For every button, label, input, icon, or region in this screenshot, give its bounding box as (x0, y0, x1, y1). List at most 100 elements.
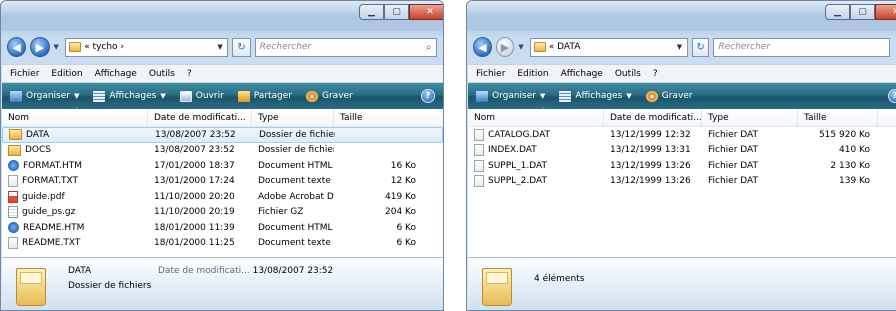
file-name-cell[interactable]: FORMAT.HTM (2, 160, 148, 172)
file-name[interactable]: SUPPL_2.DAT (488, 176, 547, 186)
file-row[interactable]: FORMAT.HTM 17/01/2000 18:37 Document HTML 1… (2, 158, 443, 174)
file-name[interactable]: guide.pdf (22, 192, 65, 202)
search-box[interactable]: Rechercher (713, 37, 890, 57)
organiser-button[interactable]: Organiser ▼ (476, 90, 546, 102)
file-name-cell[interactable]: DATA (3, 129, 149, 141)
file-name-cell[interactable]: DOCS (2, 144, 148, 156)
address-bar[interactable]: « tycho › ▼ (65, 37, 229, 57)
column-nom[interactable]: Nom (468, 109, 604, 126)
dat-file-icon (474, 175, 484, 188)
address-path[interactable]: « DATA (549, 42, 674, 52)
menu-edition[interactable]: Edition (51, 69, 82, 79)
file-name-cell[interactable]: SUPPL_2.DAT (468, 175, 604, 188)
file-name[interactable]: CATALOG.DAT (488, 130, 550, 140)
menu-outils[interactable]: Outils (149, 69, 175, 79)
file-name-cell[interactable]: SUPPL_1.DAT (468, 159, 604, 172)
column-taille[interactable]: Taille (334, 109, 424, 126)
file-name-cell[interactable]: README.TXT (2, 237, 148, 250)
menu-affichage[interactable]: Affichage (561, 69, 603, 79)
back-button[interactable]: ◀ (473, 37, 492, 57)
help-button[interactable]: ? (888, 89, 896, 103)
file-row[interactable]: README.TXT 18/01/2000 11:25 Document texte… (2, 236, 443, 252)
file-row[interactable]: SUPPL_1.DAT 13/12/1999 13:26 Fichier DAT 2 … (468, 158, 896, 174)
column-type[interactable]: Type (252, 109, 334, 126)
menu-affichage[interactable]: Affichage (95, 69, 137, 79)
title-bar[interactable]: ▁ ▢ ✕ (1, 1, 443, 31)
menu-edition[interactable]: Edition (517, 69, 548, 79)
column-date[interactable]: Date de modificati... (148, 109, 252, 126)
file-date: 17/01/2000 18:37 (154, 160, 235, 171)
maximize-button[interactable]: ▢ (384, 4, 409, 20)
menu-outils[interactable]: Outils (615, 69, 641, 79)
file-name-cell[interactable]: guide.pdf (2, 190, 148, 203)
minimize-button[interactable]: ▁ (825, 4, 850, 20)
file-name-cell[interactable]: INDEX.DAT (468, 144, 604, 157)
file-row[interactable]: guide.pdf 11/10/2000 20:20 Adobe Acrobat D… (2, 189, 443, 205)
affichages-button[interactable]: Affichages ▼ (93, 90, 166, 102)
address-bar[interactable]: « DATA ▼ (529, 37, 688, 57)
forward-button[interactable]: ▶ (495, 37, 515, 57)
menu-help[interactable]: ? (187, 69, 192, 79)
file-list: ^ Nom Date de modificati... Type Taille … (468, 107, 896, 257)
column-date[interactable]: Date de modificati... (604, 109, 702, 126)
file-row[interactable]: DOCS 13/08/2007 23:52 Dossier de fichiers (2, 143, 443, 159)
search-input[interactable]: Rechercher (718, 42, 889, 52)
file-name[interactable]: FORMAT.HTM (23, 161, 82, 171)
partager-button[interactable]: Partager (237, 90, 292, 102)
file-row[interactable]: CATALOG.DAT 13/12/1999 12:32 Fichier DAT 51… (468, 127, 896, 143)
close-button[interactable]: ✕ (875, 4, 896, 20)
search-icon[interactable]: ⌕ (426, 42, 436, 53)
file-name[interactable]: DOCS (25, 145, 51, 155)
close-button[interactable]: ✕ (409, 4, 443, 20)
refresh-button[interactable]: ↻ (691, 37, 710, 57)
file-type: Document texte (258, 176, 331, 187)
file-name-cell[interactable]: CATALOG.DAT (468, 128, 604, 141)
column-type[interactable]: Type (702, 109, 798, 126)
file-name-cell[interactable]: FORMAT.TXT (2, 175, 148, 188)
file-row[interactable]: DATA 13/08/2007 23:52 Dossier de fichiers (2, 127, 443, 143)
back-button[interactable]: ◀ (7, 37, 27, 57)
menu-fichier[interactable]: Fichier (476, 69, 505, 79)
refresh-button[interactable]: ↻ (232, 37, 251, 57)
recent-pages-dropdown[interactable]: ▼ (54, 43, 62, 51)
search-input[interactable]: Rechercher (260, 42, 426, 52)
file-row[interactable]: README.HTM 18/01/2000 11:39 Document HTML 6… (2, 220, 443, 236)
search-box[interactable]: Rechercher ⌕ (254, 37, 437, 57)
chevron-down-icon: ▼ (540, 92, 546, 100)
file-name[interactable]: SUPPL_1.DAT (488, 161, 547, 171)
file-name[interactable]: README.HTM (23, 223, 84, 233)
file-name[interactable]: INDEX.DAT (488, 145, 537, 155)
graver-button[interactable]: Graver (306, 90, 353, 102)
organiser-button[interactable]: Organiser ▼ (10, 90, 79, 102)
file-row[interactable]: SUPPL_2.DAT 13/12/1999 13:26 Fichier DAT 13… (468, 174, 896, 190)
help-button[interactable]: ? (421, 89, 435, 103)
file-name-cell[interactable]: README.HTM (2, 222, 148, 234)
forward-button[interactable]: ▶ (30, 37, 50, 57)
affichages-button[interactable]: Affichages ▼ (559, 90, 632, 102)
file-name-cell[interactable]: guide_ps.gz (2, 206, 148, 219)
file-row[interactable]: guide_ps.gz 11/10/2000 20:19 Fichier GZ 204… (2, 205, 443, 221)
column-taille[interactable]: Taille (798, 109, 878, 126)
ouvrir-button[interactable]: Ouvrir (179, 90, 224, 102)
help-icon: ? (425, 91, 431, 101)
address-dropdown-icon[interactable]: ▼ (677, 43, 687, 51)
file-row[interactable]: INDEX.DAT 13/12/1999 13:31 Fichier DAT 410 … (468, 143, 896, 159)
graver-button[interactable]: Graver (645, 90, 693, 102)
file-type: Document HTML (258, 222, 333, 233)
dat-file-icon (474, 159, 484, 172)
file-name[interactable]: DATA (26, 130, 49, 140)
minimize-button[interactable]: ▁ (359, 4, 384, 20)
file-name[interactable]: FORMAT.TXT (22, 176, 78, 186)
menu-help[interactable]: ? (653, 69, 658, 79)
address-path[interactable]: « tycho › (84, 42, 214, 52)
title-bar[interactable]: ▁ ▢ ✕ (467, 1, 896, 31)
address-dropdown-icon[interactable]: ▼ (217, 43, 227, 51)
file-row[interactable]: FORMAT.TXT 13/01/2000 17:24 Document texte… (2, 174, 443, 190)
menu-fichier[interactable]: Fichier (10, 69, 39, 79)
help-icon: ? (892, 91, 896, 101)
maximize-button[interactable]: ▢ (850, 4, 875, 20)
close-icon: ✕ (426, 7, 434, 17)
file-name[interactable]: guide_ps.gz (22, 207, 75, 217)
file-name[interactable]: README.TXT (22, 238, 80, 248)
recent-pages-dropdown[interactable]: ▼ (518, 43, 525, 51)
